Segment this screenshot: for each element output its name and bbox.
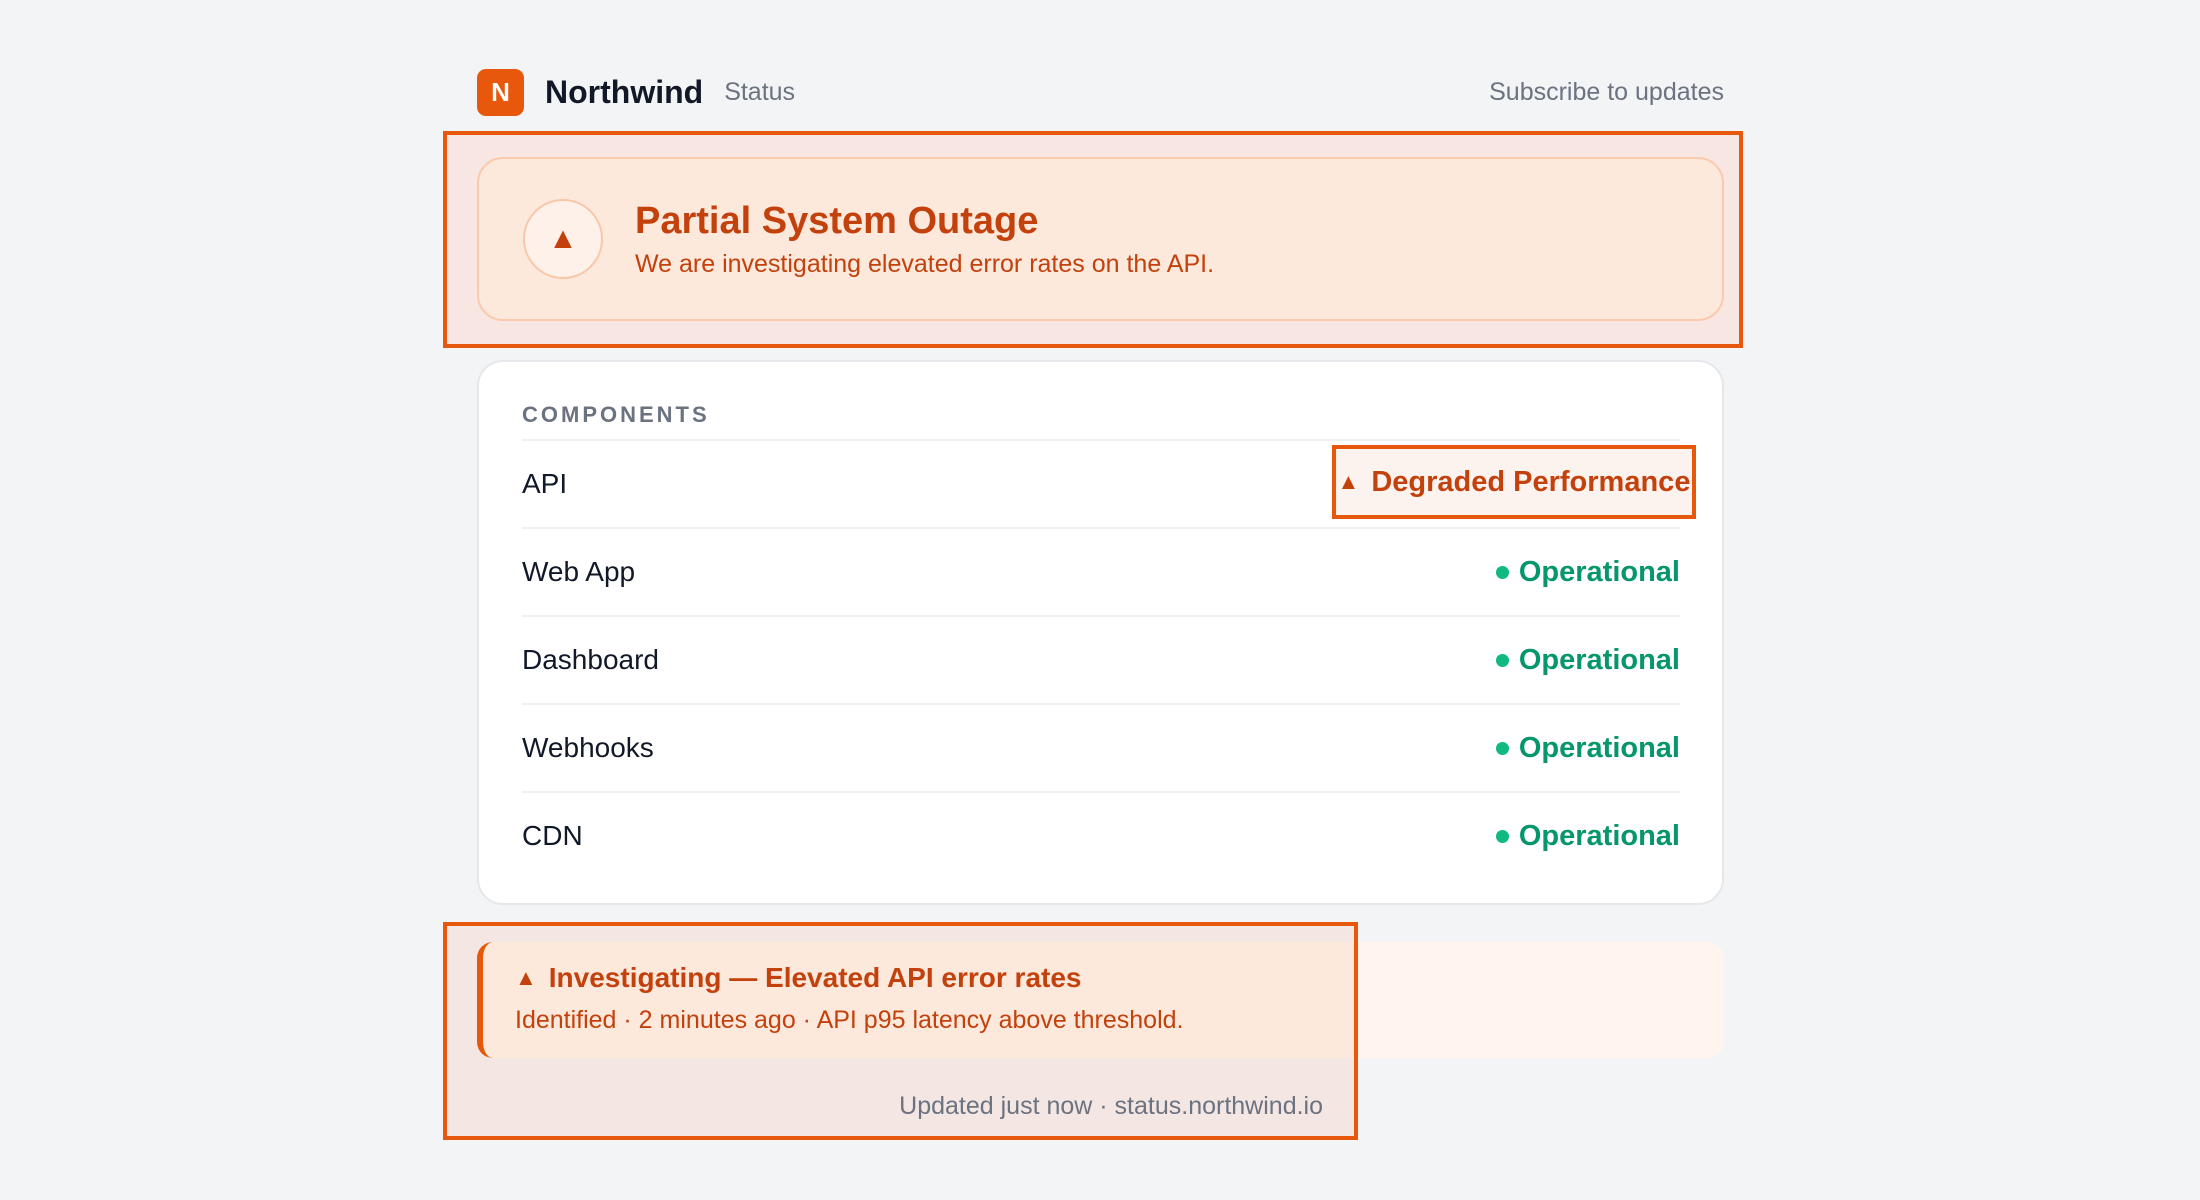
component-status-operational: Operational bbox=[1495, 643, 1680, 677]
outage-description: We are investigating elevated error rate… bbox=[635, 250, 1215, 279]
component-status-operational: Operational bbox=[1495, 555, 1680, 589]
brand-name: Northwind bbox=[545, 73, 704, 110]
logo: N bbox=[477, 68, 524, 116]
components-heading: COMPONENTS bbox=[522, 402, 710, 427]
component-name: Webhooks bbox=[522, 732, 654, 763]
status-dot-icon bbox=[1495, 741, 1509, 755]
incident-title-text: Investigating — Elevated API error rates bbox=[548, 962, 1082, 993]
warning-triangle-icon: ▲ bbox=[515, 965, 537, 990]
component-status-label: Operational bbox=[1518, 555, 1680, 588]
components-card: COMPONENTS API ▲ Degraded Performance We… bbox=[477, 360, 1724, 905]
incident-title: ▲ Investigating — Elevated API error rat… bbox=[515, 962, 1354, 994]
status-dot-icon bbox=[1495, 565, 1509, 579]
component-row-api: API ▲ Degraded Performance bbox=[522, 439, 1696, 527]
component-list: API ▲ Degraded Performance Web App Opera… bbox=[522, 439, 1696, 879]
logo-letter: N bbox=[491, 76, 510, 107]
subscribe-link[interactable]: Subscribe to updates bbox=[1489, 78, 1724, 107]
status-dot-icon bbox=[1495, 653, 1509, 667]
component-name: Web App bbox=[522, 556, 636, 587]
status-dot-icon bbox=[1495, 829, 1509, 843]
component-row-dashboard: Dashboard Operational bbox=[522, 615, 1680, 703]
component-status-label: Operational bbox=[1518, 819, 1680, 852]
component-status-operational: Operational bbox=[1495, 819, 1680, 853]
component-status-label: Operational bbox=[1518, 731, 1680, 764]
footer-note: Updated just now · status.northwind.io bbox=[899, 1092, 1323, 1120]
warning-triangle-icon: ▲ bbox=[523, 199, 603, 279]
component-status-label: Operational bbox=[1518, 643, 1680, 676]
header: N Northwind Status Subscribe to updates bbox=[477, 68, 1724, 116]
outage-banner: ▲ Partial System Outage We are investiga… bbox=[477, 157, 1724, 321]
component-status-label: Degraded Performance bbox=[1371, 465, 1691, 498]
incident-card[interactable]: ▲ Investigating — Elevated API error rat… bbox=[477, 942, 1354, 1058]
degraded-status-highlight: ▲ Degraded Performance bbox=[1332, 445, 1696, 519]
incident-meta: Identified · 2 minutes ago · API p95 lat… bbox=[515, 1006, 1184, 1034]
component-status-degraded: ▲ Degraded Performance bbox=[1338, 466, 1691, 499]
component-row-webhooks: Webhooks Operational bbox=[522, 703, 1680, 791]
component-status-operational: Operational bbox=[1495, 731, 1680, 765]
warning-triangle-icon: ▲ bbox=[1337, 469, 1360, 494]
component-row-web-app: Web App Operational bbox=[522, 527, 1680, 615]
component-name: CDN bbox=[522, 820, 583, 851]
outage-title: Partial System Outage bbox=[635, 199, 1039, 242]
status-page: N Northwind Status Subscribe to updates … bbox=[0, 0, 2200, 1200]
component-name: Dashboard bbox=[522, 644, 659, 675]
brand-subtitle: Status bbox=[724, 77, 796, 106]
outage-banner-text: Partial System Outage We are investigati… bbox=[635, 199, 1214, 280]
component-name: API bbox=[522, 468, 568, 499]
component-row-cdn: CDN Operational bbox=[522, 791, 1680, 879]
incident-card-background bbox=[1340, 942, 1724, 1058]
